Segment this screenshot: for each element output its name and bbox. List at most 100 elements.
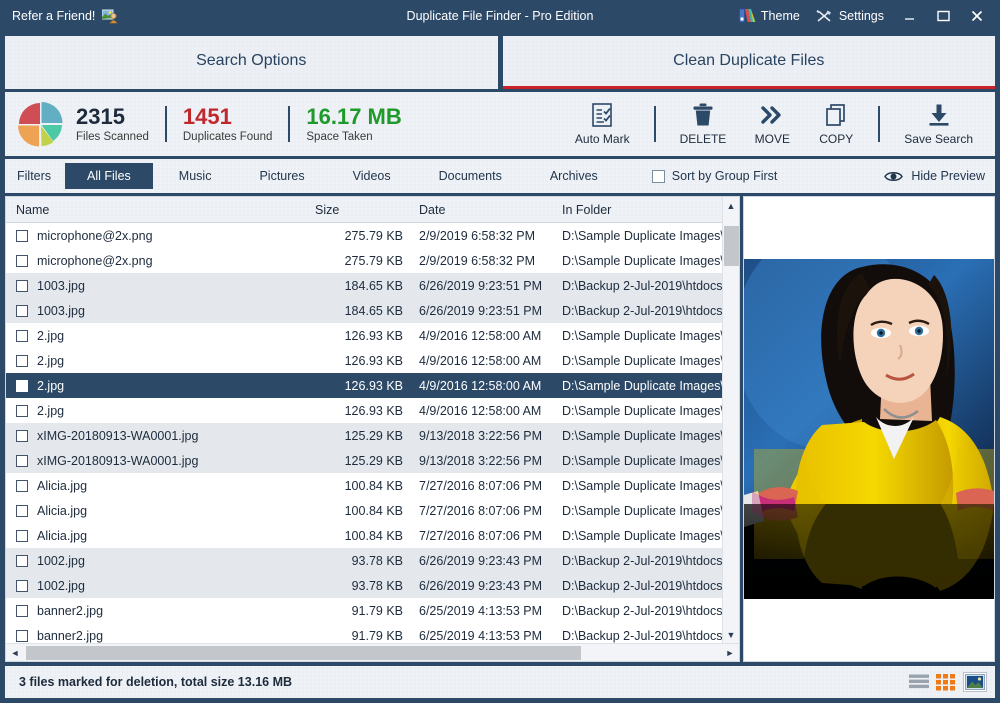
cell-size: 93.78 KB <box>311 554 411 568</box>
cell-date: 2/9/2019 6:58:32 PM <box>411 254 556 268</box>
cell-date: 4/9/2016 12:58:00 AM <box>411 354 556 368</box>
minimize-button[interactable] <box>892 2 926 30</box>
scroll-right-icon[interactable]: ► <box>721 644 739 662</box>
column-header-name[interactable]: Name <box>6 203 311 217</box>
tab-search-options[interactable]: Search Options <box>5 36 498 89</box>
row-checkbox[interactable] <box>16 255 28 267</box>
row-checkbox[interactable] <box>16 455 28 467</box>
table-row[interactable]: banner2.jpg91.79 KB6/25/2019 4:13:53 PMD… <box>6 623 722 643</box>
copy-icon <box>823 102 849 128</box>
table-header: Name Size Date In Folder <box>6 197 722 223</box>
row-checkbox[interactable] <box>16 555 28 567</box>
filter-chip-archives[interactable]: Archives <box>528 163 620 189</box>
horizontal-scrollbar[interactable]: ◄ ► <box>6 643 739 661</box>
row-checkbox[interactable] <box>16 605 28 617</box>
row-checkbox[interactable] <box>16 630 28 642</box>
sort-by-group-first-checkbox[interactable]: Sort by Group First <box>652 169 778 183</box>
vertical-scrollbar[interactable]: ▲ ▼ <box>722 197 739 643</box>
refer-a-friend-label: Refer a Friend! <box>12 9 95 23</box>
table-row[interactable]: 2.jpg126.93 KB4/9/2016 12:58:00 AMD:\Sam… <box>6 348 722 373</box>
view-mode-buttons <box>909 672 987 692</box>
eye-icon <box>884 170 903 183</box>
table-row[interactable]: 1003.jpg184.65 KB6/26/2019 9:23:51 PMD:\… <box>6 298 722 323</box>
row-checkbox[interactable] <box>16 580 28 592</box>
column-header-in-folder[interactable]: In Folder <box>556 203 722 217</box>
scroll-left-icon[interactable]: ◄ <box>6 644 24 662</box>
copy-button[interactable]: COPY <box>804 102 868 146</box>
cell-in-folder: D:\Sample Duplicate Images\ <box>556 254 722 268</box>
column-header-size[interactable]: Size <box>311 203 411 217</box>
save-search-button[interactable]: Save Search <box>890 102 987 146</box>
row-checkbox[interactable] <box>16 480 28 492</box>
tab-clean-duplicate-files[interactable]: Clean Duplicate Files <box>503 36 996 89</box>
stat-duplicates-found: 1451 Duplicates Found <box>183 105 273 142</box>
table-row[interactable]: 1002.jpg93.78 KB6/26/2019 9:23:43 PMD:\B… <box>6 573 722 598</box>
filter-chip-pictures[interactable]: Pictures <box>237 163 326 189</box>
row-checkbox[interactable] <box>16 405 28 417</box>
cell-size: 91.79 KB <box>311 604 411 618</box>
move-button[interactable]: MOVE <box>740 102 804 146</box>
table-row[interactable]: microphone@2x.png275.79 KB2/9/2019 6:58:… <box>6 248 722 273</box>
row-checkbox[interactable] <box>16 380 28 392</box>
auto-mark-button[interactable]: Auto Mark <box>561 102 644 146</box>
table-row[interactable]: 2.jpg126.93 KB4/9/2016 12:58:00 AMD:\Sam… <box>6 323 722 348</box>
filter-chip-music[interactable]: Music <box>157 163 234 189</box>
file-name-label: banner2.jpg <box>37 604 103 618</box>
vertical-scroll-track[interactable] <box>723 214 740 626</box>
pie-chart-icon <box>17 101 63 147</box>
scroll-down-icon[interactable]: ▼ <box>723 626 740 643</box>
theme-button[interactable]: Theme <box>731 4 808 28</box>
refer-a-friend-button[interactable]: Refer a Friend! <box>12 9 119 24</box>
cell-date: 6/26/2019 9:23:43 PM <box>411 554 556 568</box>
stat-duplicates-found-label: Duplicates Found <box>183 131 273 143</box>
row-checkbox[interactable] <box>16 530 28 542</box>
sort-checkbox-box[interactable] <box>652 170 665 183</box>
table-row[interactable]: 2.jpg126.93 KB4/9/2016 12:58:00 AMD:\Sam… <box>6 398 722 423</box>
action-toolbar: Auto Mark DELETE <box>561 102 987 146</box>
cell-size: 126.93 KB <box>311 329 411 343</box>
tab-clean-duplicate-files-label: Clean Duplicate Files <box>673 52 824 70</box>
cell-name: 2.jpg <box>6 379 311 393</box>
trash-icon <box>690 102 716 128</box>
row-checkbox[interactable] <box>16 330 28 342</box>
column-header-date[interactable]: Date <box>411 203 556 217</box>
filters-label: Filters <box>17 169 51 183</box>
filter-chip-documents[interactable]: Documents <box>417 163 524 189</box>
filter-chip-videos[interactable]: Videos <box>331 163 413 189</box>
table-row[interactable]: xIMG-20180913-WA0001.jpg125.29 KB9/13/20… <box>6 423 722 448</box>
hide-preview-button[interactable]: Hide Preview <box>884 169 985 183</box>
row-checkbox[interactable] <box>16 355 28 367</box>
table-row[interactable]: microphone@2x.png275.79 KB2/9/2019 6:58:… <box>6 223 722 248</box>
row-checkbox[interactable] <box>16 305 28 317</box>
file-list-columns: Name Size Date In Folder microphone@2x.p… <box>6 197 722 643</box>
table-row[interactable]: banner2.jpg91.79 KB6/25/2019 4:13:53 PMD… <box>6 598 722 623</box>
filter-chip-all-files[interactable]: All Files <box>65 163 153 189</box>
row-checkbox[interactable] <box>16 230 28 242</box>
table-row[interactable]: Alicia.jpg100.84 KB7/27/2016 8:07:06 PMD… <box>6 498 722 523</box>
thumbnail-view-icon[interactable] <box>963 672 987 692</box>
vertical-scroll-thumb[interactable] <box>724 226 739 266</box>
close-button[interactable] <box>960 2 994 30</box>
maximize-button[interactable] <box>926 2 960 30</box>
row-checkbox[interactable] <box>16 430 28 442</box>
table-row[interactable]: xIMG-20180913-WA0001.jpg125.29 KB9/13/20… <box>6 448 722 473</box>
horizontal-scroll-track[interactable] <box>24 644 721 662</box>
row-checkbox[interactable] <box>16 280 28 292</box>
delete-button[interactable]: DELETE <box>666 102 741 146</box>
settings-button[interactable]: Settings <box>808 5 892 28</box>
scroll-up-icon[interactable]: ▲ <box>723 197 740 214</box>
table-row[interactable]: 1002.jpg93.78 KB6/26/2019 9:23:43 PMD:\B… <box>6 548 722 573</box>
table-row[interactable]: 1003.jpg184.65 KB6/26/2019 9:23:51 PMD:\… <box>6 273 722 298</box>
file-name-label: microphone@2x.png <box>37 229 153 243</box>
cell-size: 93.78 KB <box>311 579 411 593</box>
table-row[interactable]: 2.jpg126.93 KB4/9/2016 12:58:00 AMD:\Sam… <box>6 373 722 398</box>
horizontal-scroll-thumb[interactable] <box>26 646 581 660</box>
row-checkbox[interactable] <box>16 505 28 517</box>
grid-view-icon[interactable] <box>936 674 956 691</box>
palette-icon <box>739 8 756 24</box>
cell-size: 184.65 KB <box>311 304 411 318</box>
list-view-icon[interactable] <box>909 674 929 691</box>
file-name-label: 2.jpg <box>37 354 64 368</box>
table-row[interactable]: Alicia.jpg100.84 KB7/27/2016 8:07:06 PMD… <box>6 523 722 548</box>
table-row[interactable]: Alicia.jpg100.84 KB7/27/2016 8:07:06 PMD… <box>6 473 722 498</box>
